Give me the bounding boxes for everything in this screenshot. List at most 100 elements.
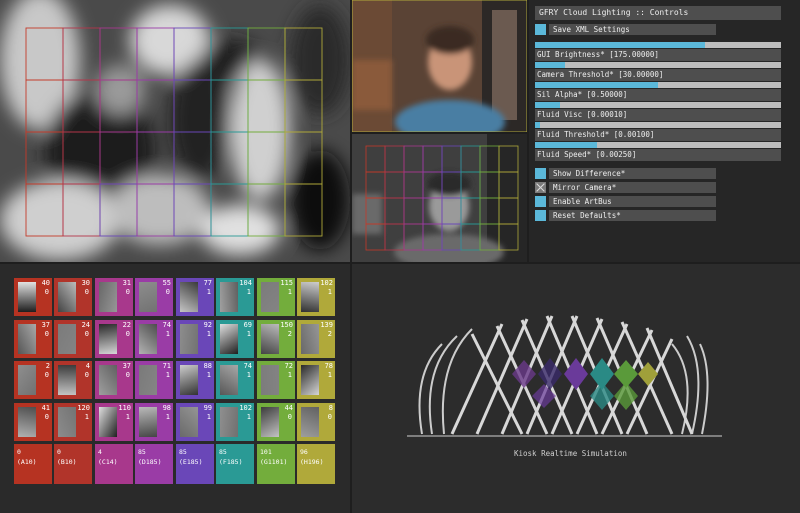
sensor-thumbnail <box>139 407 157 437</box>
slider-track[interactable] <box>535 102 781 108</box>
sensor-level: 0 <box>44 288 49 296</box>
slider-fill <box>535 122 540 128</box>
sensor-level: 1 <box>206 413 211 421</box>
sensor-value: 74 <box>243 362 252 370</box>
column-total: 96 <box>300 448 308 456</box>
sensor-cell: 99 1 <box>176 403 214 441</box>
camera-grid-view <box>352 134 527 262</box>
toggle-mirror-camera[interactable]: Mirror Camera* <box>535 182 716 193</box>
column-summary: 85 (D185) <box>135 444 173 484</box>
sensor-level: 0 <box>84 288 89 296</box>
toggle-label: Reset Defaults* <box>549 210 716 221</box>
simulation-label: Kiosk Realtime Simulation <box>514 449 627 458</box>
sensor-cell: 98 1 <box>135 403 173 441</box>
sensor-value: 74 <box>162 321 171 329</box>
slider-fill <box>535 102 560 108</box>
sensor-level: 1 <box>246 330 251 338</box>
sensor-thumbnail <box>58 407 76 437</box>
sensor-cell: 74 1 <box>216 361 254 399</box>
sensor-cell: 22 0 <box>95 320 133 358</box>
sensor-value: 92 <box>203 321 212 329</box>
sensor-level: 0 <box>84 371 89 379</box>
sensor-level: 0 <box>287 413 292 421</box>
sensor-cell: 92 1 <box>176 320 214 358</box>
sensor-level: 1 <box>165 371 170 379</box>
slider-label: Fluid Visc [0.00010] <box>535 109 781 121</box>
sensor-value: 8 <box>328 404 333 412</box>
sensor-value: 37 <box>122 362 131 370</box>
sensor-thumbnail <box>99 324 117 354</box>
checkbox[interactable] <box>535 210 546 221</box>
sensor-thumbnail <box>18 365 36 395</box>
sensor-value: 41 <box>41 404 50 412</box>
sensor-level: 0 <box>44 413 49 421</box>
sensor-cell: 104 1 <box>216 278 254 316</box>
sensor-value: 44 <box>284 404 293 412</box>
sensor-level: 0 <box>125 330 130 338</box>
toggle-show-difference[interactable]: Show Difference* <box>535 168 716 179</box>
sensor-thumbnail <box>301 282 319 312</box>
sensor-value: 2 <box>45 362 50 370</box>
sensor-cell: 88 1 <box>176 361 214 399</box>
column-total: 101 <box>260 448 272 456</box>
reset-defaults-button[interactable]: Reset Defaults* <box>535 210 716 221</box>
slider-track[interactable] <box>535 122 781 128</box>
sensor-level: 1 <box>327 371 332 379</box>
sensor-thumbnail <box>18 282 36 312</box>
checkbox-checked[interactable] <box>535 182 546 193</box>
sensor-thumbnail <box>220 407 238 437</box>
checkbox[interactable] <box>535 168 546 179</box>
sensor-thumbnail <box>261 282 279 312</box>
fluid-view <box>0 0 350 262</box>
column-total: 85 <box>219 448 227 456</box>
sensor-cell: 69 1 <box>216 320 254 358</box>
sensor-thumbnail <box>301 324 319 354</box>
sensor-value: 104 <box>239 279 252 287</box>
column-total: 85 <box>138 448 146 456</box>
sensor-thumbnail <box>220 282 238 312</box>
sensor-level: 0 <box>125 371 130 379</box>
sensor-thumbnail <box>99 407 117 437</box>
slider-fluid-visc[interactable]: Fluid Visc [0.00010] <box>535 102 781 122</box>
fluid-canvas <box>0 0 350 262</box>
sensor-level: 1 <box>206 371 211 379</box>
save-toggle-square[interactable] <box>535 24 546 35</box>
sensor-thumbnail <box>301 407 319 437</box>
sensor-level: 2 <box>287 330 292 338</box>
column-code: (H196) <box>300 458 324 466</box>
simulation-panel <box>352 264 800 513</box>
slider-camera-threshold[interactable]: Camera Threshold* [30.00000] <box>535 62 781 82</box>
sensor-cell: 20 <box>14 361 52 399</box>
slider-fill <box>535 42 705 48</box>
slider-fluid-speed[interactable]: Fluid Speed* [0.00250] <box>535 142 781 162</box>
sensor-value: 72 <box>284 362 293 370</box>
sensor-value: 110 <box>118 404 131 412</box>
checkbox[interactable] <box>535 196 546 207</box>
sensor-value: 30 <box>81 279 90 287</box>
slider-fluid-threshold[interactable]: Fluid Threshold* [0.00100] <box>535 122 781 142</box>
sensor-value: 88 <box>203 362 212 370</box>
toggle-enable-artbus[interactable]: Enable ArtBus <box>535 196 716 207</box>
slider-sil-alpha[interactable]: Sil Alpha* [0.50000] <box>535 82 781 102</box>
column-summary: 85 (E185) <box>176 444 214 484</box>
save-xml-button[interactable]: Save XML Settings <box>535 24 716 35</box>
sensor-thumbnail <box>301 365 319 395</box>
sensor-value: 98 <box>162 404 171 412</box>
sensor-level: 1 <box>206 330 211 338</box>
sensor-thumbnail <box>139 324 157 354</box>
slider-label: Fluid Speed* [0.00250] <box>535 149 781 161</box>
sensor-thumbnail <box>99 282 117 312</box>
column-total: 4 <box>98 448 102 456</box>
sensor-level: 1 <box>206 288 211 296</box>
column-total: 0 <box>57 448 61 456</box>
slider-track[interactable] <box>535 62 781 68</box>
sensor-level: 1 <box>84 413 89 421</box>
sensor-value: 102 <box>239 404 252 412</box>
sensor-thumbnail <box>261 365 279 395</box>
sensor-thumbnail <box>220 365 238 395</box>
sensor-cell: 120 1 <box>54 403 92 441</box>
sensor-value: 120 <box>77 404 90 412</box>
column-summary: 0 (A10) <box>14 444 52 484</box>
slider-gui-brightness[interactable]: GUI Brightness* [175.00000] <box>535 42 781 62</box>
sensor-cell: 37 0 <box>14 320 52 358</box>
